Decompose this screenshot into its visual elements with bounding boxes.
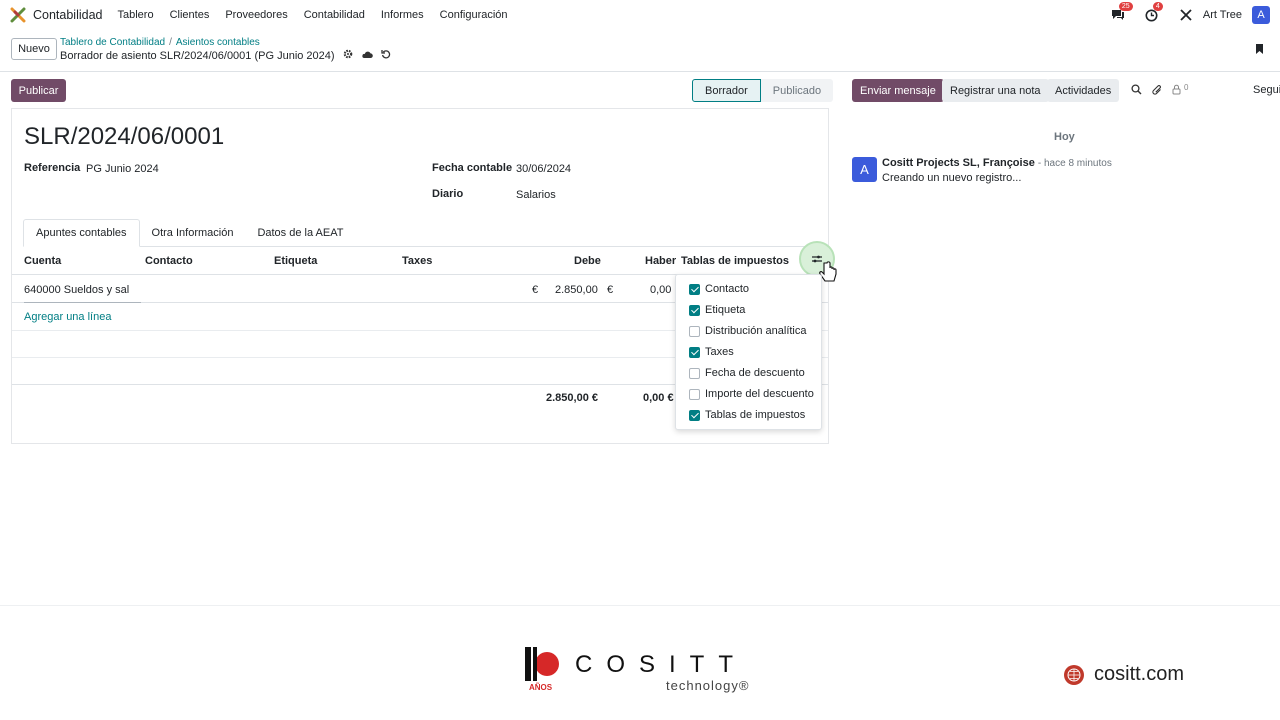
account-underline xyxy=(24,302,141,303)
row-debit[interactable]: 2.850,00 xyxy=(555,284,598,296)
app-name[interactable]: Contabilidad xyxy=(33,8,103,22)
log-note-button[interactable]: Registrar una nota xyxy=(942,79,1049,102)
entry-name: SLR/2024/06/0001 xyxy=(24,123,225,150)
tab-journal-items[interactable]: Apuntes contables xyxy=(23,219,140,247)
checkbox[interactable] xyxy=(689,388,700,400)
option-discount-date[interactable]: Fecha de descuento xyxy=(689,366,805,380)
date-label: Fecha contable xyxy=(432,162,513,174)
breadcrumb-separator: / xyxy=(169,37,172,48)
row-credit[interactable]: 0,00 xyxy=(650,284,671,296)
reference-field[interactable]: PG Junio 2024 xyxy=(86,163,159,175)
branding-footer: AÑOS COSITT technology® cositt.com xyxy=(0,605,1280,720)
messages-icon[interactable]: 25 xyxy=(1111,2,1133,22)
date-separator: Hoy xyxy=(1054,131,1075,143)
status-draft[interactable]: Borrador xyxy=(692,79,761,102)
record-title: Borrador de asiento SLR/2024/06/0001 (PG… xyxy=(60,49,335,62)
optional-columns-dropdown: Contacto Etiqueta Distribución analítica… xyxy=(675,274,822,430)
menu-tablero[interactable]: Tablero xyxy=(118,9,154,21)
discard-undo-icon[interactable] xyxy=(380,49,391,62)
record-title-bar: Borrador de asiento SLR/2024/06/0001 (PG… xyxy=(60,49,391,62)
brand-name: COSITT xyxy=(575,651,747,678)
checkbox[interactable] xyxy=(689,304,700,316)
publish-button[interactable]: Publicar xyxy=(11,79,66,102)
menu-informes[interactable]: Informes xyxy=(381,9,424,21)
send-message-button[interactable]: Enviar mensaje xyxy=(852,79,944,102)
activities-button[interactable]: Actividades xyxy=(1047,79,1120,102)
option-taxes[interactable]: Taxes xyxy=(689,345,734,359)
lock-icon[interactable] xyxy=(1172,84,1181,98)
breadcrumb-entries[interactable]: Asientos contables xyxy=(176,37,260,48)
col-taxes[interactable]: Taxes xyxy=(402,255,432,267)
checkbox[interactable] xyxy=(689,325,700,337)
checkbox[interactable] xyxy=(689,409,700,421)
app-logo-icon[interactable] xyxy=(10,7,26,23)
option-analytic-distribution[interactable]: Distribución analítica xyxy=(689,324,807,338)
menu-configuracion[interactable]: Configuración xyxy=(440,9,508,21)
activities-clock-icon[interactable]: 4 xyxy=(1145,2,1163,22)
message-author-name[interactable]: Cositt Projects SL, Françoise xyxy=(882,157,1035,169)
search-icon[interactable] xyxy=(1131,84,1142,98)
breadcrumb-dashboard[interactable]: Tablero de Contabilidad xyxy=(60,37,165,48)
option-label[interactable]: Etiqueta xyxy=(689,303,745,317)
brand-tagline: technology® xyxy=(666,678,750,693)
cloud-save-icon[interactable] xyxy=(361,50,373,62)
logo-years-text: AÑOS xyxy=(529,683,553,692)
col-account[interactable]: Cuenta xyxy=(24,255,61,267)
attachment-count: 0 xyxy=(1184,83,1189,92)
col-debit[interactable]: Debe xyxy=(574,255,601,267)
table-header: Cuenta Contacto Etiqueta Taxes Debe Habe… xyxy=(12,247,828,275)
avatar[interactable]: A xyxy=(852,157,877,182)
menu-clientes[interactable]: Clientes xyxy=(170,9,210,21)
globe-icon xyxy=(1064,664,1084,685)
tools-icon[interactable] xyxy=(1179,8,1193,22)
paperclip-icon[interactable] xyxy=(1152,84,1163,99)
tab-other-info[interactable]: Otra Información xyxy=(140,219,246,247)
col-credit[interactable]: Haber xyxy=(645,255,676,267)
checkbox[interactable] xyxy=(689,346,700,358)
status-bar: Borrador Publicado xyxy=(692,79,834,102)
company-name[interactable]: Art Tree xyxy=(1203,9,1242,21)
menu-proveedores[interactable]: Proveedores xyxy=(225,9,287,21)
status-posted[interactable]: Publicado xyxy=(760,79,834,102)
reference-label: Referencia xyxy=(24,162,81,174)
checkbox[interactable] xyxy=(689,367,700,379)
message-author: Cositt Projects SL, Françoise - hace 8 m… xyxy=(882,157,1112,169)
total-credit: 0,00 € xyxy=(643,392,674,404)
form-tabs: Apuntes contables Otra Información Datos… xyxy=(23,219,819,247)
website: cositt.com xyxy=(1064,663,1184,686)
messages-badge: 25 xyxy=(1118,2,1133,11)
option-contact[interactable]: Contacto xyxy=(689,282,749,296)
user-avatar[interactable]: A xyxy=(1252,6,1270,24)
website-url[interactable]: cositt.com xyxy=(1094,663,1184,686)
total-debit: 2.850,00 € xyxy=(546,392,598,404)
row-debit-currency: € xyxy=(532,284,539,296)
bookmark-icon[interactable] xyxy=(1255,43,1264,58)
message-body: Creando un nuevo registro... xyxy=(882,172,1022,184)
ten-years-logo: AÑOS xyxy=(524,645,560,695)
option-tax-grids[interactable]: Tablas de impuestos xyxy=(689,408,805,422)
col-label[interactable]: Etiqueta xyxy=(274,255,317,267)
add-line-link[interactable]: Agregar una línea xyxy=(24,311,111,323)
journal-field[interactable]: Salarios xyxy=(516,189,556,201)
tab-aeat-data[interactable]: Datos de la AEAT xyxy=(245,219,355,247)
control-panel: Nuevo Tablero de Contabilidad / Asientos c… xyxy=(0,30,1280,72)
activities-badge: 4 xyxy=(1152,2,1163,11)
option-discount-amount[interactable]: Importe del descuento xyxy=(689,387,814,401)
checkbox[interactable] xyxy=(689,283,700,295)
follow-button[interactable]: Segui xyxy=(1253,84,1280,96)
journal-label: Diario xyxy=(432,188,464,200)
row-credit-currency: € xyxy=(607,284,614,296)
top-navbar: Contabilidad Tablero Clientes Proveedore… xyxy=(0,0,1280,30)
gear-icon[interactable] xyxy=(343,49,353,62)
message-time: - hace 8 minutos xyxy=(1037,158,1112,169)
row-account[interactable]: 640000 Sueldos y sal xyxy=(24,284,129,296)
breadcrumb: Tablero de Contabilidad / Asientos contabl… xyxy=(60,37,260,48)
menu-contabilidad[interactable]: Contabilidad xyxy=(304,9,365,21)
col-partner[interactable]: Contacto xyxy=(145,255,193,267)
date-field[interactable]: 30/06/2024 xyxy=(516,163,571,175)
col-tax-grids[interactable]: Tablas de impuestos xyxy=(681,255,789,267)
new-button[interactable]: Nuevo xyxy=(11,38,57,60)
